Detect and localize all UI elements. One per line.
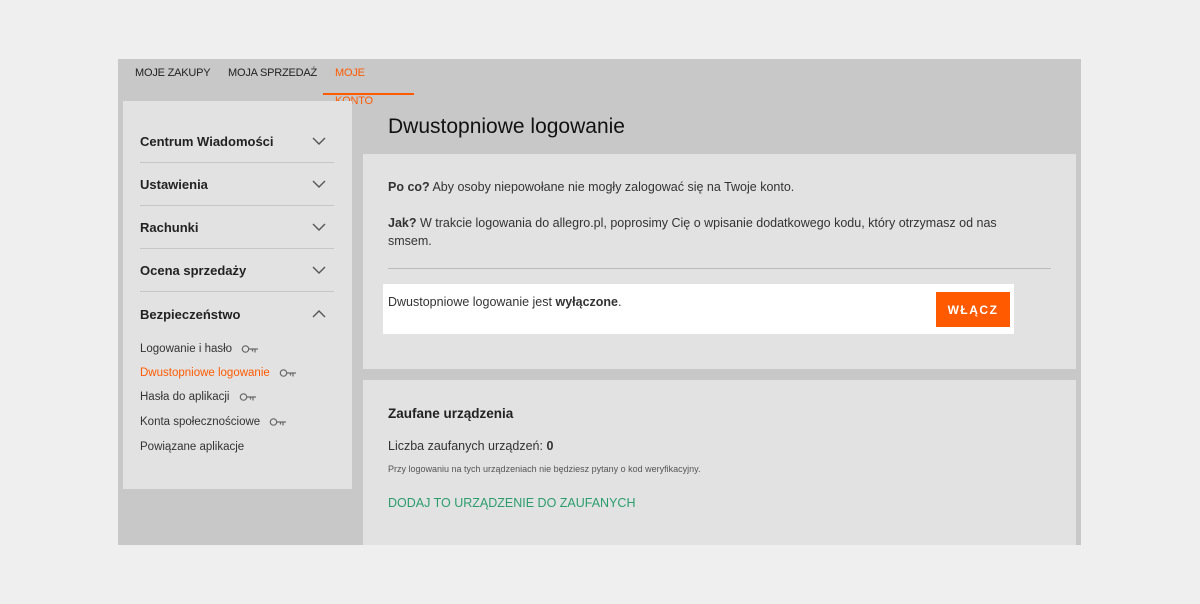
status-suffix: . xyxy=(618,295,622,309)
sidebar-section-label: Bezpieczeństwo xyxy=(140,307,241,322)
sidebar-item-label: Powiązane aplikacje xyxy=(140,441,245,453)
how-label: Jak? xyxy=(388,216,417,230)
sidebar-section-label: Rachunki xyxy=(140,220,199,235)
sidebar-section-label: Ustawienia xyxy=(140,177,208,192)
tab-moja-sprzedaz[interactable]: MOJA SPRZEDAŻ xyxy=(228,59,317,95)
sidebar-section-label: Ocena sprzedaży xyxy=(140,263,247,278)
sidebar-section-label: Centrum Wiadomości xyxy=(140,134,274,149)
why-label: Po co? xyxy=(388,180,430,194)
sidebar: Centrum Wiadomości Ustawienia Rachunki O… xyxy=(123,101,352,489)
sidebar-item-label: Logowanie i hasło xyxy=(140,343,233,355)
page-title: Dwustopniowe logowanie xyxy=(388,115,625,138)
chevron-down-icon xyxy=(312,266,326,274)
how-text: W trakcie logowania do allegro.pl, popro… xyxy=(388,216,997,248)
chevron-down-icon xyxy=(312,223,326,231)
key-icon xyxy=(241,345,259,353)
why-paragraph: Po co? Aby osoby niepowołane nie mogły z… xyxy=(388,178,1028,196)
status-value: wyłączone xyxy=(555,295,618,309)
trusted-devices-card: Zaufane urządzenia Liczba zaufanych urzą… xyxy=(363,380,1076,545)
account-panel: MOJE ZAKUPY MOJA SPRZEDAŻ MOJE KONTO Cen… xyxy=(118,59,1081,545)
sidebar-item-powiazane-aplikacje[interactable]: Powiązane aplikacje xyxy=(140,441,244,453)
sidebar-item-konta-spolecznosciowe[interactable]: Konta społecznościowe xyxy=(140,416,287,428)
trusted-count-value: 0 xyxy=(546,439,554,453)
sidebar-item-logowanie-i-haslo[interactable]: Logowanie i hasło xyxy=(140,343,259,355)
chevron-down-icon xyxy=(312,137,326,145)
divider xyxy=(388,268,1051,269)
sidebar-section-rachunki[interactable]: Rachunki xyxy=(140,206,334,249)
trusted-devices-count: Liczba zaufanych urządzeń: 0 xyxy=(388,439,553,453)
status-prefix: Dwustopniowe logowanie jest xyxy=(388,295,556,309)
top-navigation: MOJE ZAKUPY MOJA SPRZEDAŻ MOJE KONTO xyxy=(118,59,1081,107)
key-icon xyxy=(239,393,256,401)
two-factor-card: Po co? Aby osoby niepowołane nie mogły z… xyxy=(363,154,1076,369)
status-text: Dwustopniowe logowanie jest wyłączone. xyxy=(388,295,621,309)
sidebar-section-centrum-wiadomosci[interactable]: Centrum Wiadomości xyxy=(140,120,334,163)
how-paragraph: Jak? W trakcie logowania do allegro.pl, … xyxy=(388,214,1028,250)
trusted-count-label: Liczba zaufanych urządzeń: xyxy=(388,439,547,453)
tab-moje-konto[interactable]: MOJE KONTO xyxy=(323,59,414,107)
sidebar-item-hasla-do-aplikacji[interactable]: Hasła do aplikacji xyxy=(140,391,257,403)
why-text: Aby osoby niepowołane nie mogły zalogowa… xyxy=(429,180,795,194)
chevron-up-icon xyxy=(312,310,326,318)
add-trusted-device-link[interactable]: DODAJ TO URZĄDZENIE DO ZAUFANYCH xyxy=(388,496,635,510)
sidebar-item-label: Hasła do aplikacji xyxy=(140,391,230,403)
chevron-down-icon xyxy=(312,180,326,188)
sidebar-item-label: Dwustopniowe logowanie xyxy=(140,367,270,379)
trusted-devices-heading: Zaufane urządzenia xyxy=(388,406,514,421)
sidebar-item-dwustopniowe-logowanie[interactable]: Dwustopniowe logowanie xyxy=(140,367,297,379)
tab-moje-zakupy[interactable]: MOJE ZAKUPY xyxy=(135,59,211,95)
key-icon xyxy=(270,418,287,426)
sidebar-section-bezpieczenstwo[interactable]: Bezpieczeństwo xyxy=(140,293,334,336)
status-box: Dwustopniowe logowanie jest wyłączone. W… xyxy=(383,284,1014,334)
enable-button[interactable]: WŁĄCZ xyxy=(936,292,1010,327)
sidebar-section-ocena-sprzedazy[interactable]: Ocena sprzedaży xyxy=(140,249,334,292)
sidebar-item-label: Konta społecznościowe xyxy=(140,416,261,428)
sidebar-section-ustawienia[interactable]: Ustawienia xyxy=(140,163,334,206)
trusted-devices-note: Przy logowaniu na tych urządzeniach nie … xyxy=(388,464,701,474)
key-icon xyxy=(279,369,296,377)
